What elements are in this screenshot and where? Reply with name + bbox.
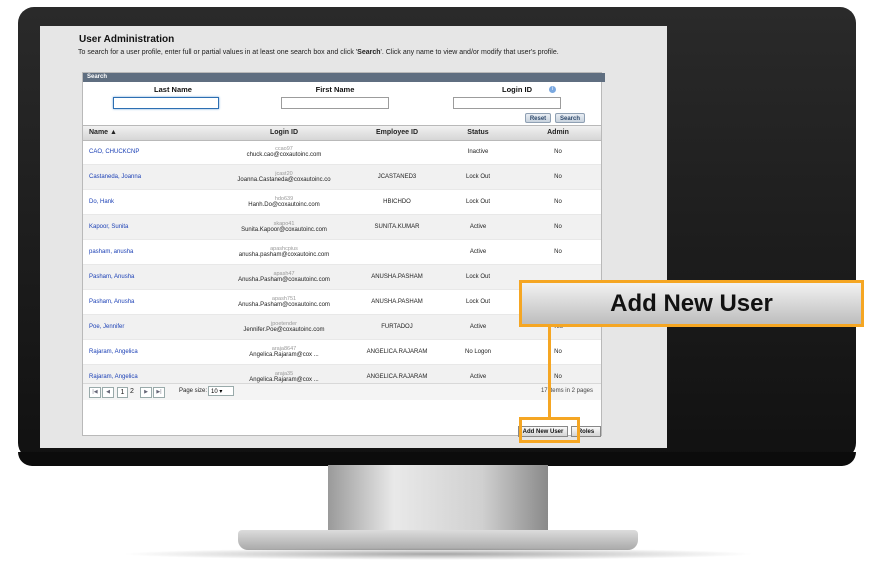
status: Lock Out bbox=[465, 199, 490, 205]
highlight-box bbox=[519, 417, 580, 443]
reset-button[interactable]: Reset bbox=[525, 113, 551, 123]
login-email: chuck.cao@coxautoinc.com bbox=[246, 152, 322, 158]
login-cell: ccao97 chuck.cao@coxautoinc.com bbox=[219, 140, 349, 164]
login-cell: hdo639 Hanh.Do@coxautoinc.com bbox=[219, 190, 349, 214]
employee-id bbox=[351, 140, 443, 164]
login-cell: apash47 Anusha.Pasham@coxautoinc.com bbox=[219, 265, 349, 289]
callout-connector bbox=[548, 327, 551, 417]
column-login-id[interactable]: Login ID bbox=[219, 126, 349, 140]
login-id-label: Login ID bbox=[502, 85, 532, 94]
table-row: Kapoor, Sunita skapo41 Sunita.Kapoor@coxa… bbox=[83, 215, 601, 240]
user-name-link[interactable]: CAO, CHUCKCNP bbox=[89, 140, 219, 164]
user-name-link[interactable]: Pasham, Anusha bbox=[89, 290, 219, 314]
instructions-bold: Search bbox=[357, 49, 381, 56]
page-title: User Administration bbox=[79, 34, 175, 45]
status: Lock Out bbox=[465, 299, 490, 305]
instructions-part1: To search for a user profile, enter full… bbox=[78, 49, 358, 56]
status: No Logon bbox=[464, 349, 492, 355]
table-row: pasham, anusha apashcpius anusha.pasham@c… bbox=[83, 240, 601, 265]
page-size-value: 10 bbox=[211, 389, 218, 395]
status: Active bbox=[469, 249, 487, 255]
login-email: Anusha.Pasham@coxautoinc.com bbox=[238, 277, 330, 283]
employee-id: JCASTANED3 bbox=[377, 174, 417, 180]
monitor-stand-base bbox=[238, 530, 638, 550]
instructions-text: To search for a user profile, enter full… bbox=[78, 49, 618, 57]
admin: No bbox=[554, 249, 562, 255]
table-row: Castaneda, Joanna jcast20 Joanna.Castaned… bbox=[83, 165, 601, 190]
login-email: Jennifer.Poe@coxautoinc.com bbox=[243, 327, 325, 333]
monitor-chin bbox=[18, 452, 856, 466]
search-section-header: Search bbox=[83, 73, 605, 82]
table-row: Do, Hank hdo639 Hanh.Do@coxautoinc.com HB… bbox=[83, 190, 601, 215]
last-page-icon[interactable]: ▶| bbox=[153, 387, 165, 398]
login-id-input[interactable] bbox=[453, 97, 561, 109]
info-icon[interactable]: i bbox=[549, 86, 556, 93]
search-button[interactable]: Search bbox=[555, 113, 585, 123]
user-name-link[interactable]: Castaneda, Joanna bbox=[89, 165, 219, 189]
prev-page-icon[interactable]: ◀ bbox=[102, 387, 114, 398]
login-cell: apash751 Anusha.Pasham@coxautoinc.com bbox=[219, 290, 349, 314]
table-row: CAO, CHUCKCNP ccao97 chuck.cao@coxautoinc… bbox=[83, 140, 601, 165]
admin: No bbox=[554, 149, 562, 155]
user-name-link[interactable]: Kapoor, Sunita bbox=[89, 215, 219, 239]
table-header: Name ▲ Login ID Employee ID Status Admin bbox=[83, 125, 601, 141]
page-2[interactable]: 2 bbox=[130, 387, 134, 396]
chevron-down-icon: ▾ bbox=[219, 389, 223, 395]
status: Active bbox=[469, 224, 487, 230]
login-email: anusha.pasham@coxautoinc.com bbox=[238, 252, 330, 258]
employee-id: ANUSHA.PASHAM bbox=[371, 274, 423, 280]
column-admin[interactable]: Admin bbox=[523, 126, 593, 140]
page-size-label: Page size: bbox=[179, 388, 208, 394]
column-status[interactable]: Status bbox=[445, 126, 511, 140]
login-cell: araja8647 Angelica.Rajaram@cox ... bbox=[219, 340, 349, 364]
employee-id: ANGELICA.RAJARAM bbox=[366, 349, 428, 355]
login-cell: apashcpius anusha.pasham@coxautoinc.com bbox=[219, 240, 349, 264]
login-cell: skapo41 Sunita.Kapoor@coxautoinc.com bbox=[219, 215, 349, 239]
last-name-input[interactable] bbox=[113, 97, 219, 109]
pager: |◀ ◀ 1 2 ▶ ▶| Page size: 10 ▾ 17 items i… bbox=[83, 383, 601, 400]
employee-id: SUNITA.KUMAR bbox=[374, 224, 420, 230]
status: Inactive bbox=[467, 149, 489, 155]
employee-id: ANUSHA.PASHAM bbox=[371, 299, 423, 305]
first-name-input[interactable] bbox=[281, 97, 389, 109]
first-name-label: First Name bbox=[315, 85, 355, 94]
user-name-link[interactable]: Pasham, Anusha bbox=[89, 265, 219, 289]
user-name-link[interactable]: Do, Hank bbox=[89, 190, 219, 214]
search-panel: Search Last Name First Name Login ID i R… bbox=[82, 72, 605, 436]
next-page-icon[interactable]: ▶ bbox=[140, 387, 152, 398]
last-name-label: Last Name bbox=[154, 85, 192, 94]
admin: No bbox=[554, 224, 562, 230]
first-page-icon[interactable]: |◀ bbox=[89, 387, 101, 398]
status: Lock Out bbox=[465, 174, 490, 180]
admin: No bbox=[554, 199, 562, 205]
status: Lock Out bbox=[465, 274, 490, 280]
login-cell: jcast20 Joanna.Castaneda@coxautoinc.co bbox=[219, 165, 349, 189]
page-1[interactable]: 1 bbox=[117, 387, 128, 398]
table-row: Rajaram, Angelica araja8647 Angelica.Raja… bbox=[83, 340, 601, 365]
column-name[interactable]: Name ▲ bbox=[89, 126, 117, 140]
user-name-link[interactable]: Poe, Jennifer bbox=[89, 315, 219, 339]
page-size-select[interactable]: 10 ▾ bbox=[208, 386, 234, 396]
employee-id: FURTADOJ bbox=[381, 324, 413, 330]
employee-id: HBICHDO bbox=[383, 199, 411, 205]
status: Active bbox=[469, 324, 487, 330]
employee-id bbox=[351, 240, 443, 264]
user-name-link[interactable]: Rajaram, Angelica bbox=[89, 340, 219, 364]
monitor-stand-neck bbox=[328, 465, 548, 539]
login-email: Anusha.Pasham@coxautoinc.com bbox=[238, 302, 330, 308]
login-cell: jpoetender Jennifer.Poe@coxautoinc.com bbox=[219, 315, 349, 339]
monitor-shadow bbox=[120, 548, 756, 560]
admin: No bbox=[554, 349, 562, 355]
column-employee-id[interactable]: Employee ID bbox=[351, 126, 443, 140]
instructions-part2: '. Click any name to view and/or modify … bbox=[380, 49, 559, 56]
login-email: Joanna.Castaneda@coxautoinc.co bbox=[237, 177, 331, 183]
login-email: Angelica.Rajaram@cox ... bbox=[249, 352, 319, 358]
admin: No bbox=[554, 174, 562, 180]
login-email: Hanh.Do@coxautoinc.com bbox=[248, 202, 320, 208]
screen: User Administration To search for a user… bbox=[40, 26, 667, 448]
user-name-link[interactable]: pasham, anusha bbox=[89, 240, 219, 264]
callout-add-new-user: Add New User bbox=[519, 280, 864, 327]
table-body: CAO, CHUCKCNP ccao97 chuck.cao@coxautoinc… bbox=[83, 140, 601, 390]
login-email: Sunita.Kapoor@coxautoinc.com bbox=[241, 227, 327, 233]
